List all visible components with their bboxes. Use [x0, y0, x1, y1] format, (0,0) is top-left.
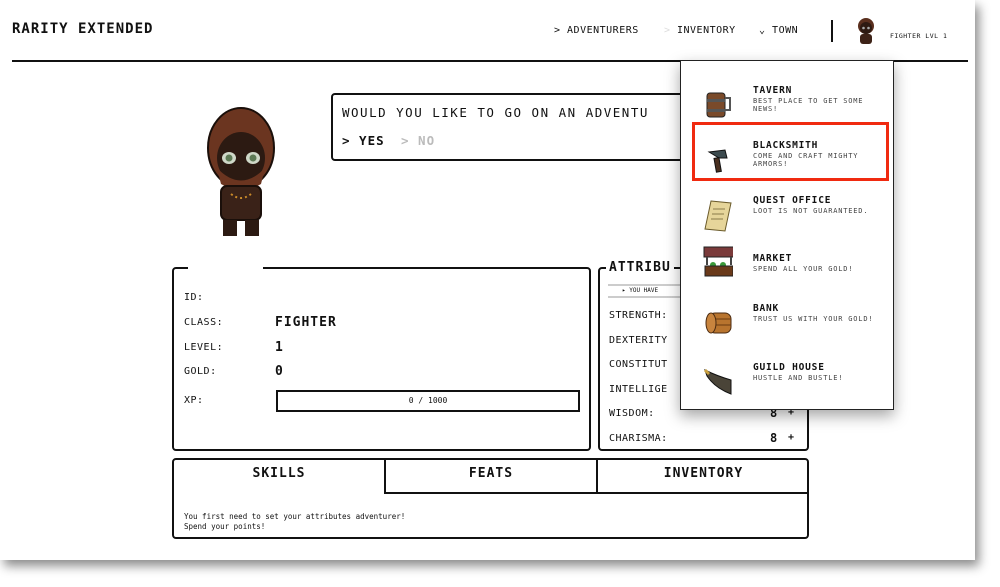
menu-item-desc: TRUST US WITH YOUR GOLD!: [753, 315, 874, 323]
panel-notch: [188, 266, 263, 270]
level-label: LEVEL:: [184, 342, 224, 353]
menu-item-name: QUEST OFFICE: [753, 195, 832, 206]
chevron-right-icon: >: [664, 25, 671, 36]
tab-feats[interactable]: FEATS: [384, 460, 596, 494]
player-avatar[interactable]: [855, 17, 877, 47]
skills-message: You first need to set your attributes ad…: [184, 512, 406, 531]
xp-value: 0 / 1000: [408, 396, 448, 405]
stats-panel: ID: CLASS: FIGHTER LEVEL: 1 GOLD: 0 XP: …: [172, 266, 591, 451]
menu-item-market[interactable]: MARKET SPEND ALL YOUR GOLD!: [681, 246, 895, 303]
attribute-label: WISDOM:: [609, 408, 655, 419]
character-portrait: [207, 107, 275, 236]
menu-item-desc: HUSTLE AND BUSTLE!: [753, 374, 844, 382]
menu-item-name: BANK: [753, 303, 780, 314]
market-stall-icon: [703, 246, 733, 277]
dialog-question: WOULD YOU LIKE TO GO ON AN ADVENTU: [342, 105, 649, 120]
dialog-bubble: WOULD YOU LIKE TO GO ON AN ADVENTU > YES…: [331, 93, 731, 161]
menu-item-quest-office[interactable]: QUEST OFFICE LOOT IS NOT GUARANTEED.: [681, 195, 895, 245]
xp-progress-bar: 0 / 1000: [276, 390, 580, 412]
tab-skills[interactable]: SKILLS: [174, 460, 384, 494]
highlight-box: [692, 122, 889, 181]
player-level: FIGHTER LVL 1: [890, 32, 948, 40]
nav-inventory[interactable]: INVENTORY: [677, 25, 736, 36]
nav-town-label: TOWN: [772, 25, 799, 36]
id-label: ID:: [184, 292, 204, 303]
menu-item-name: GUILD HOUSE: [753, 362, 825, 373]
app-window: RARITY EXTENDED > ADVENTURERS > INVENTOR…: [0, 0, 975, 560]
attribute-label: INTELLIGE: [609, 383, 668, 395]
tab-inventory[interactable]: INVENTORY: [596, 460, 809, 494]
chevron-down-icon: ⌄: [759, 25, 773, 36]
level-value: 1: [275, 340, 284, 355]
scroll-icon: [704, 200, 732, 232]
divider: [831, 20, 833, 42]
attribute-label: DEXTERITY: [609, 334, 668, 346]
coins-icon: [705, 312, 732, 334]
tavern-mug-icon: [706, 92, 731, 118]
menu-item-bank[interactable]: BANK TRUST US WITH YOUR GOLD!: [681, 303, 895, 353]
menu-item-guild-house[interactable]: GUILD HOUSE HUSTLE AND BUSTLE!: [681, 362, 895, 412]
attributes-title: ATTRIBU: [606, 260, 674, 275]
nav-town[interactable]: ⌄ TOWN: [759, 25, 798, 36]
town-dropdown-menu: TAVERN BEST PLACE TO GET SOME NEWS! BLAC…: [680, 60, 894, 410]
attribute-value: 8: [770, 430, 778, 445]
horn-icon: [703, 368, 732, 395]
class-label: CLASS:: [184, 317, 224, 328]
dialog-yes-button[interactable]: > YES: [342, 133, 385, 148]
app-title[interactable]: RARITY EXTENDED: [12, 21, 153, 37]
attribute-plus-button[interactable]: +: [788, 432, 794, 443]
menu-item-desc: SPEND ALL YOUR GOLD!: [753, 265, 854, 273]
gold-value: 0: [275, 364, 284, 379]
attribute-label: CONSTITUT: [609, 359, 668, 370]
menu-item-desc: BEST PLACE TO GET SOME NEWS!: [753, 97, 864, 113]
attribute-label: STRENGTH:: [609, 310, 668, 321]
menu-item-desc: LOOT IS NOT GUARANTEED.: [753, 207, 869, 215]
attribute-label: CHARISMA:: [609, 432, 668, 444]
tabs-panel: SKILLS FEATS INVENTORY You first need to…: [172, 458, 809, 539]
xp-label: XP:: [184, 395, 204, 406]
nav-adventurers[interactable]: > ADVENTURERS: [554, 25, 639, 36]
menu-item-name: MARKET: [753, 253, 793, 264]
menu-item-name: TAVERN: [753, 85, 793, 96]
dialog-no-button[interactable]: > NO: [401, 133, 435, 148]
gold-label: GOLD:: [184, 366, 217, 377]
class-value: FIGHTER: [275, 315, 337, 330]
